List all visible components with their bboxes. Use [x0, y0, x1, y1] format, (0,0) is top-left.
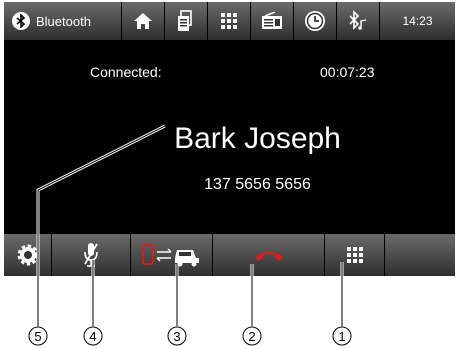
- radio-icon: [262, 12, 282, 29]
- bluetooth-icon: [12, 12, 30, 30]
- bluetooth-label: Bluetooth: [36, 13, 91, 29]
- callout-number-2: 2: [248, 329, 255, 344]
- mute-microphone-button[interactable]: [52, 234, 131, 276]
- keypad-icon: [346, 247, 363, 263]
- switch-audio-device-button[interactable]: [131, 234, 213, 276]
- keypad-icon: [221, 13, 237, 29]
- phone-number: 137 5656 5656: [204, 176, 311, 193]
- bluetooth-tab[interactable]: Bluetooth: [4, 2, 122, 40]
- callout-number-5: 5: [34, 329, 41, 344]
- contact-name: Bark Joseph: [174, 122, 341, 155]
- callout-number-3: 3: [173, 329, 180, 344]
- clock-button[interactable]: [294, 2, 337, 40]
- phonebook-icon: [178, 10, 192, 31]
- callout-3: 3: [167, 264, 187, 346]
- phonebook-button[interactable]: [165, 2, 208, 40]
- top-bar: Bluetooth 14:23: [4, 2, 455, 40]
- car-screen: Bluetooth 14:23 Connected: 00:07:23 Bark…: [4, 2, 455, 276]
- microphone-muted-icon: [84, 243, 98, 267]
- gear-icon: [17, 244, 38, 266]
- call-duration: 00:07:23: [320, 64, 375, 80]
- clock-display: 14:23: [380, 2, 455, 40]
- settings-button[interactable]: [4, 234, 52, 276]
- empty-button-slot: [385, 234, 455, 276]
- hang-up-button[interactable]: [213, 234, 325, 276]
- callout-number-1: 1: [338, 329, 345, 344]
- home-icon: [134, 13, 152, 29]
- bluetooth-music-button[interactable]: [337, 2, 380, 40]
- callout-2: 2: [242, 264, 262, 346]
- clock-icon: [305, 11, 325, 31]
- phone-car-transfer-icon: [141, 244, 199, 267]
- bottom-bar: [4, 234, 455, 276]
- call-status-label: Connected:: [90, 64, 162, 80]
- hang-up-icon: [254, 252, 283, 261]
- home-button[interactable]: [122, 2, 165, 40]
- radio-button[interactable]: [251, 2, 294, 40]
- callout-number-4: 4: [89, 329, 96, 344]
- bluetooth-music-icon: [349, 10, 367, 30]
- keypad-button[interactable]: [325, 234, 385, 276]
- apps-grid-button[interactable]: [208, 2, 251, 40]
